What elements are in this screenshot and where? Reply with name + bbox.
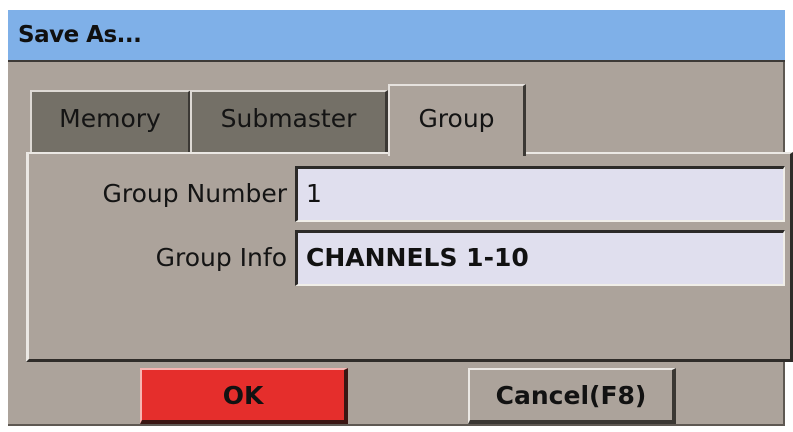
save-as-dialog: Save As... Memory Submaster Group Group … <box>8 10 793 426</box>
tab-group-label: Group <box>418 103 495 133</box>
group-number-field[interactable]: 1 <box>295 166 785 222</box>
cancel-button[interactable]: Cancel(F8) <box>468 368 676 424</box>
tab-memory[interactable]: Memory <box>30 90 191 152</box>
group-info-field[interactable]: CHANNELS 1-10 <box>295 230 785 286</box>
group-info-label: Group Info <box>155 243 287 272</box>
tab-group[interactable]: Group <box>388 84 526 156</box>
tab-submaster-label: Submaster <box>220 103 357 133</box>
ok-button[interactable]: OK <box>140 368 348 424</box>
tab-memory-label: Memory <box>59 103 161 133</box>
group-number-label: Group Number <box>102 179 288 208</box>
title-bar[interactable]: Save As... <box>8 10 785 62</box>
tab-submaster[interactable]: Submaster <box>190 90 388 152</box>
group-tab-panel: Group Number 1 Group Info CHANNELS 1-10 <box>26 152 793 362</box>
dialog-title: Save As... <box>18 22 142 48</box>
